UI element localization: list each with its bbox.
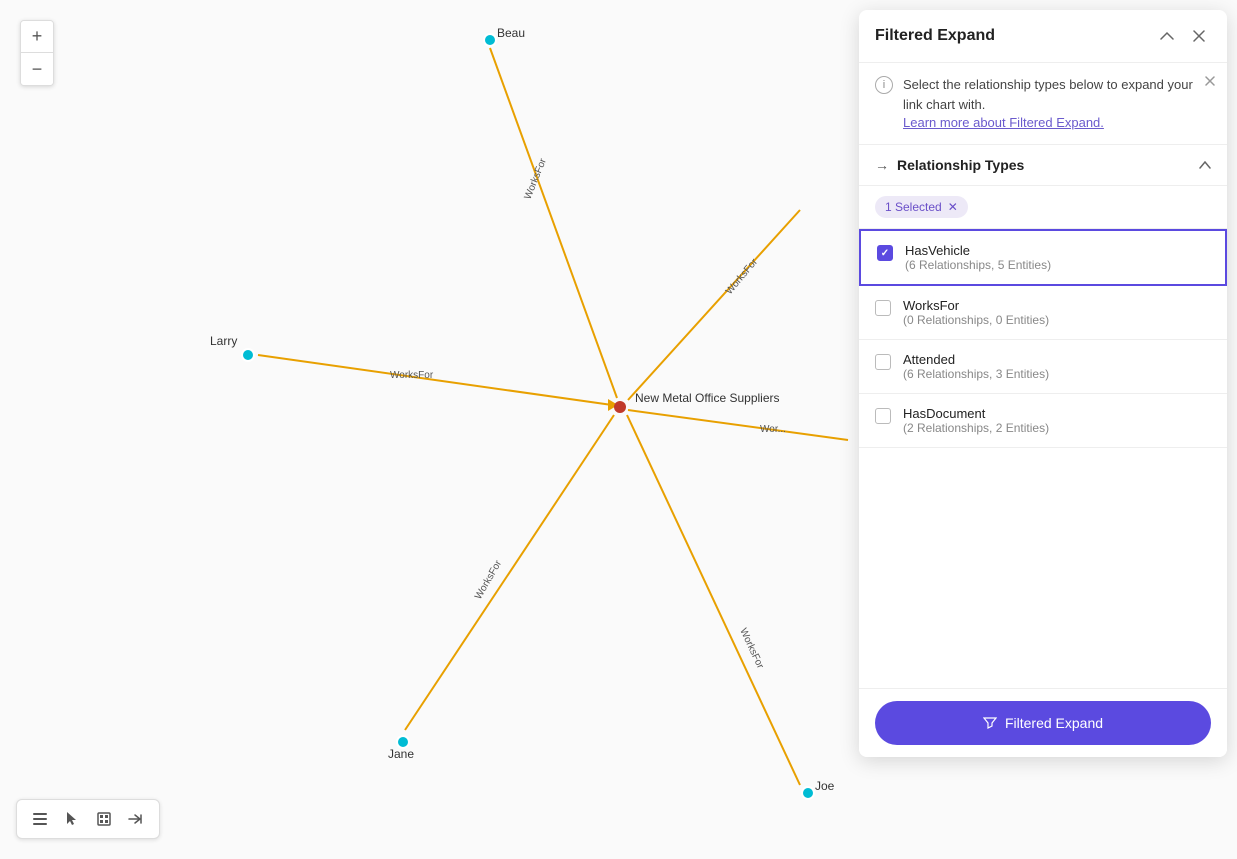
badge-text: 1 Selected: [885, 200, 942, 214]
jane-label: Jane: [388, 747, 414, 761]
edge-label-5: WorksFor: [473, 558, 504, 601]
forward-icon: [128, 812, 144, 826]
zoom-controls: + −: [20, 20, 54, 86]
joe-label: Joe: [815, 779, 835, 793]
rel-name-works-for: WorksFor: [903, 298, 1049, 313]
rel-info-works-for: WorksFor (0 Relationships, 0 Entities): [903, 298, 1049, 327]
section-title: Relationship Types: [897, 157, 1024, 173]
edge-label-2: WorksFor: [390, 370, 434, 381]
forward-toolbar-button[interactable]: [121, 804, 151, 834]
clear-selection-button[interactable]: ✕: [948, 200, 958, 214]
panel-header: Filtered Expand: [859, 10, 1227, 63]
filtered-expand-panel: Filtered Expand i Select the relationshi…: [859, 10, 1227, 757]
info-icon: i: [875, 76, 893, 94]
close-panel-button[interactable]: [1187, 24, 1211, 48]
rel-checkbox-works-for[interactable]: [875, 300, 891, 316]
bottom-toolbar: [16, 799, 160, 839]
center-node-label: New Metal Office Suppliers: [635, 391, 780, 405]
rel-meta-has-document: (2 Relationships, 2 Entities): [903, 421, 1049, 435]
filter-icon: [983, 716, 997, 730]
rel-name-attended: Attended: [903, 352, 1049, 367]
rel-checkbox-has-vehicle[interactable]: ✓: [877, 245, 893, 261]
section-chevron-up-icon: [1199, 161, 1211, 169]
joe-node[interactable]: [802, 787, 814, 799]
panel-title: Filtered Expand: [875, 27, 995, 45]
list-icon: [32, 811, 48, 827]
checkmark-icon: ✓: [881, 248, 889, 259]
rel-checkbox-attended[interactable]: [875, 354, 891, 370]
rel-info-attended: Attended (6 Relationships, 3 Entities): [903, 352, 1049, 381]
rel-meta-has-vehicle: (6 Relationships, 5 Entities): [905, 258, 1051, 272]
rel-meta-works-for: (0 Relationships, 0 Entities): [903, 313, 1049, 327]
cursor-icon: [65, 811, 79, 827]
learn-more-link[interactable]: Learn more about Filtered Expand.: [903, 115, 1104, 130]
info-banner-close[interactable]: [1205, 73, 1215, 89]
rel-item-has-vehicle[interactable]: ✓ HasVehicle (6 Relationships, 5 Entitie…: [859, 229, 1227, 286]
center-node[interactable]: [614, 401, 626, 413]
close-icon: [1193, 30, 1205, 42]
info-banner: i Select the relationship types below to…: [859, 63, 1227, 145]
close-small-icon: [1205, 76, 1215, 86]
rel-name-has-vehicle: HasVehicle: [905, 243, 1051, 258]
edge-label-3: WorksFor: [724, 256, 761, 297]
section-header-left: → Relationship Types: [875, 157, 1024, 173]
rel-list-spacer: [859, 448, 1227, 688]
zoom-out-button[interactable]: −: [21, 53, 53, 85]
selected-count-badge: 1 Selected ✕: [875, 196, 968, 218]
section-collapse-button[interactable]: [1199, 158, 1211, 172]
arrow-icon: →: [875, 157, 889, 173]
info-content: Select the relationship types below to e…: [903, 75, 1211, 132]
rel-item-has-document[interactable]: HasDocument (2 Relationships, 2 Entities…: [859, 394, 1227, 448]
panel-footer: Filtered Expand: [859, 688, 1227, 757]
filtered-expand-button[interactable]: Filtered Expand: [875, 701, 1211, 745]
selected-badge-row: 1 Selected ✕: [859, 186, 1227, 229]
frame-toolbar-button[interactable]: [89, 804, 119, 834]
filtered-expand-btn-label: Filtered Expand: [1005, 715, 1103, 731]
edge-label-4: Wor...: [760, 424, 786, 435]
rel-meta-attended: (6 Relationships, 3 Entities): [903, 367, 1049, 381]
rel-info-has-document: HasDocument (2 Relationships, 2 Entities…: [903, 406, 1049, 435]
zoom-in-button[interactable]: +: [21, 21, 53, 53]
beau-node[interactable]: [484, 34, 496, 46]
rel-item-works-for[interactable]: WorksFor (0 Relationships, 0 Entities): [859, 286, 1227, 340]
edge-label-1: WorksFor: [523, 156, 550, 201]
list-toolbar-button[interactable]: [25, 804, 55, 834]
chevron-up-icon: [1160, 31, 1174, 41]
collapse-panel-button[interactable]: [1155, 24, 1179, 48]
larry-node[interactable]: [242, 349, 254, 361]
rel-name-has-document: HasDocument: [903, 406, 1049, 421]
rel-item-attended[interactable]: Attended (6 Relationships, 3 Entities): [859, 340, 1227, 394]
frame-icon: [96, 811, 112, 827]
edge-label-6: WorksFor: [737, 627, 765, 671]
relationship-types-section-header: → Relationship Types: [859, 145, 1227, 186]
beau-label: Beau: [497, 26, 525, 40]
relationship-type-list: ✓ HasVehicle (6 Relationships, 5 Entitie…: [859, 229, 1227, 688]
rel-checkbox-has-document[interactable]: [875, 408, 891, 424]
panel-header-actions: [1155, 24, 1211, 48]
info-description: Select the relationship types below to e…: [903, 75, 1211, 114]
rel-info-has-vehicle: HasVehicle (6 Relationships, 5 Entities): [905, 243, 1051, 272]
larry-label: Larry: [210, 334, 237, 348]
cursor-toolbar-button[interactable]: [57, 804, 87, 834]
